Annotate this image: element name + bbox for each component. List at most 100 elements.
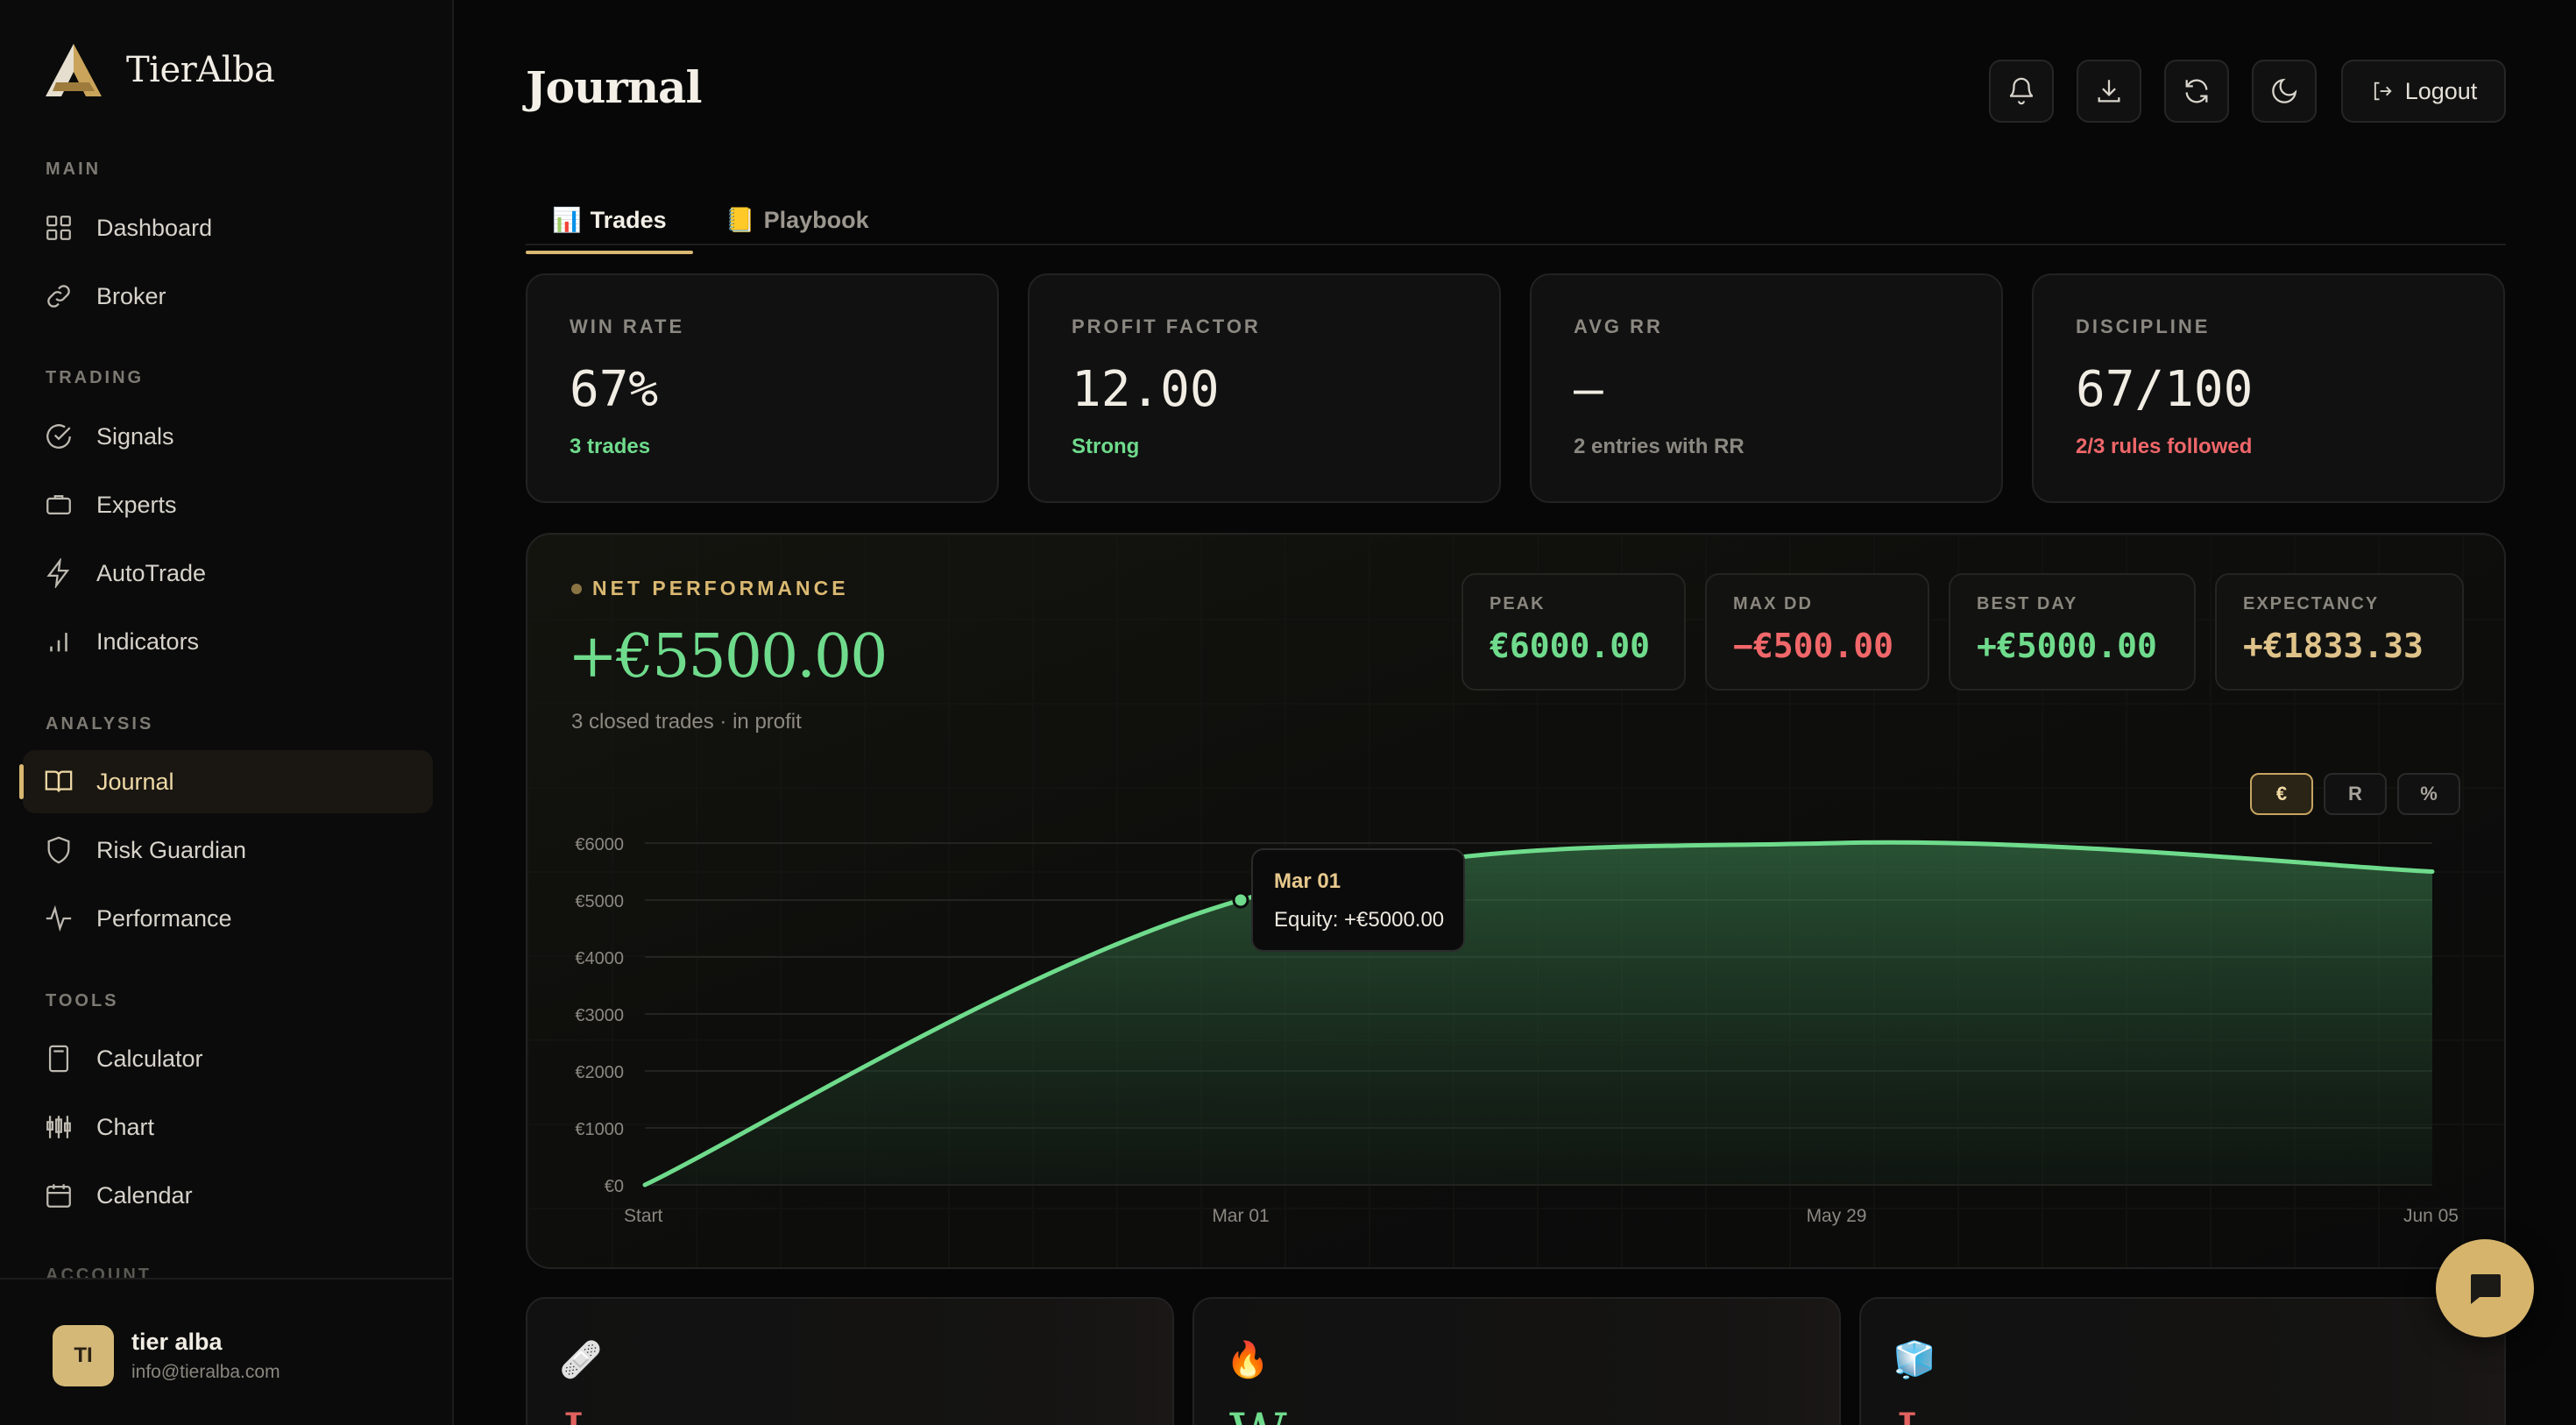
y-tick-label: €1000 xyxy=(575,1120,624,1139)
grid-icon xyxy=(46,216,71,240)
logout-button[interactable]: Logout xyxy=(2341,60,2506,123)
stat-label: PROFIT FACTOR xyxy=(1072,315,1261,337)
candlestick-icon xyxy=(46,1116,71,1138)
chart-tooltip: Mar 01 Equity: +€5000.00 xyxy=(1251,848,1465,952)
link-icon xyxy=(47,285,70,308)
sidebar-item-indicators[interactable]: Indicators xyxy=(23,610,433,673)
net-performance-panel: NET PERFORMANCE +€5500.00 3 closed trade… xyxy=(526,533,2506,1269)
bell-icon xyxy=(2009,77,2034,105)
ice-emoji-icon: 🧊 xyxy=(1893,1341,1936,1379)
sidebar-item-label: AutoTrade xyxy=(96,559,207,586)
sidebar-item-label: Experts xyxy=(96,491,177,518)
sidebar-item-calendar[interactable]: Calendar xyxy=(23,1164,433,1227)
y-tick-label: €3000 xyxy=(575,1006,624,1025)
sidebar-item-chart[interactable]: Chart xyxy=(23,1095,433,1159)
x-tick-label: Mar 01 xyxy=(1212,1206,1269,1226)
y-tick-label: €5000 xyxy=(575,892,624,911)
sidebar: TierAlba MAIN Dashboard Broker TRADING S… xyxy=(0,0,454,1425)
chat-bubble-icon xyxy=(2471,1274,2501,1304)
tab-trades[interactable]: 📊 Trades xyxy=(526,196,693,254)
sidebar-item-label: Risk Guardian xyxy=(96,836,247,863)
download-icon xyxy=(2098,80,2120,103)
trade-card[interactable]: 🩹 L xyxy=(526,1297,1174,1425)
page-title: Journal xyxy=(526,61,702,113)
stat-label: WIN RATE xyxy=(570,315,685,337)
y-tick-label: €0 xyxy=(605,1177,624,1196)
y-tick-label: €4000 xyxy=(575,949,624,968)
briefcase-icon xyxy=(46,494,71,515)
sidebar-item-label: Dashboard xyxy=(96,214,213,241)
stat-value: 67% xyxy=(570,361,659,418)
x-tick-label: May 29 xyxy=(1807,1206,1867,1226)
equity-chart[interactable]: €0 €1000 €2000 €3000 €4000 €5000 €6000 Start Mar… xyxy=(527,535,2504,1267)
stat-subtext: 2/3 rules followed xyxy=(2076,435,2253,458)
refresh-icon xyxy=(2185,79,2208,103)
sidebar-item-dashboard[interactable]: Dashboard xyxy=(23,196,433,259)
section-main: MAIN xyxy=(46,160,102,179)
tab-label: Trades xyxy=(590,206,667,233)
theme-toggle-button[interactable] xyxy=(2252,60,2317,123)
logout-icon xyxy=(2374,82,2392,101)
sidebar-item-risk-guardian[interactable]: Risk Guardian xyxy=(23,819,433,882)
stat-value: 12.00 xyxy=(1072,361,1220,418)
tab-label: Playbook xyxy=(763,206,869,233)
tieralba-logo-icon xyxy=(46,44,102,96)
trade-card[interactable]: 🔥 W xyxy=(1192,1297,1841,1425)
refresh-button[interactable] xyxy=(2164,60,2229,123)
calculator-icon xyxy=(48,1045,69,1073)
lightning-icon xyxy=(46,558,70,588)
chart-emoji-icon: 📊 xyxy=(552,207,582,233)
tooltip-date: Mar 01 xyxy=(1274,869,1341,893)
sidebar-item-label: Indicators xyxy=(96,627,200,655)
chat-button[interactable] xyxy=(2436,1239,2534,1337)
trade-card[interactable]: 🧊 L xyxy=(1859,1297,2506,1425)
section-tools: TOOLS xyxy=(46,991,119,1010)
notifications-button[interactable] xyxy=(1989,60,2054,123)
bar-chart-icon xyxy=(50,633,67,652)
avatar: TI xyxy=(53,1325,114,1386)
sidebar-item-label: Performance xyxy=(96,904,232,932)
stat-label: DISCIPLINE xyxy=(2076,315,2211,337)
stat-card-profit-factor: PROFIT FACTOR 12.00 Strong xyxy=(1028,273,1501,503)
brand[interactable]: TierAlba xyxy=(44,42,275,98)
stat-subtext: 2 entries with RR xyxy=(1574,435,1744,458)
sidebar-item-performance[interactable]: Performance xyxy=(23,887,433,950)
stat-label: AVG RR xyxy=(1574,315,1663,337)
x-tick-label: Jun 05 xyxy=(2403,1206,2459,1226)
sidebar-item-label: Broker xyxy=(96,282,166,309)
download-button[interactable] xyxy=(2077,60,2141,123)
sidebar-item-label: Journal xyxy=(96,768,174,795)
stat-subtext: Strong xyxy=(1072,435,1140,458)
user-email: info@tieralba.com xyxy=(131,1362,280,1382)
stat-value: — xyxy=(1574,361,1603,418)
data-point xyxy=(1232,891,1249,909)
check-circle-icon xyxy=(46,424,71,449)
user-profile[interactable]: TI tier alba info@tieralba.com xyxy=(0,1278,452,1425)
sidebar-item-calculator[interactable]: Calculator xyxy=(23,1027,433,1090)
brand-name: TierAlba xyxy=(126,50,275,90)
ledger-emoji-icon: 📒 xyxy=(725,207,755,233)
sidebar-item-experts[interactable]: Experts xyxy=(23,473,433,536)
sidebar-item-broker[interactable]: Broker xyxy=(23,265,433,328)
sidebar-item-signals[interactable]: Signals xyxy=(23,405,433,468)
sidebar-item-label: Calendar xyxy=(96,1181,193,1209)
trade-result-letter: L xyxy=(563,1402,600,1425)
sidebar-item-label: Chart xyxy=(96,1113,155,1140)
stat-card-discipline: DISCIPLINE 67/100 2/3 rules followed xyxy=(2032,273,2505,503)
calendar-icon xyxy=(46,1184,71,1208)
logout-label: Logout xyxy=(2404,77,2478,104)
sidebar-item-autotrade[interactable]: AutoTrade xyxy=(23,542,433,605)
tab-playbook[interactable]: 📒 Playbook xyxy=(725,196,869,244)
fire-emoji-icon: 🔥 xyxy=(1226,1341,1270,1379)
shield-icon xyxy=(47,836,70,864)
x-tick-label: Start xyxy=(624,1206,663,1226)
stat-card-avg-rr: AVG RR — 2 entries with RR xyxy=(1530,273,2003,503)
stat-value: 67/100 xyxy=(2076,361,2254,418)
activity-icon xyxy=(46,904,72,932)
book-open-icon xyxy=(45,770,73,792)
trade-result-letter: W xyxy=(1229,1402,1287,1425)
tooltip-value: Equity: +€5000.00 xyxy=(1274,908,1445,932)
y-tick-label: €2000 xyxy=(575,1063,624,1082)
sidebar-item-journal[interactable]: Journal xyxy=(19,750,433,813)
section-trading: TRADING xyxy=(46,368,145,387)
